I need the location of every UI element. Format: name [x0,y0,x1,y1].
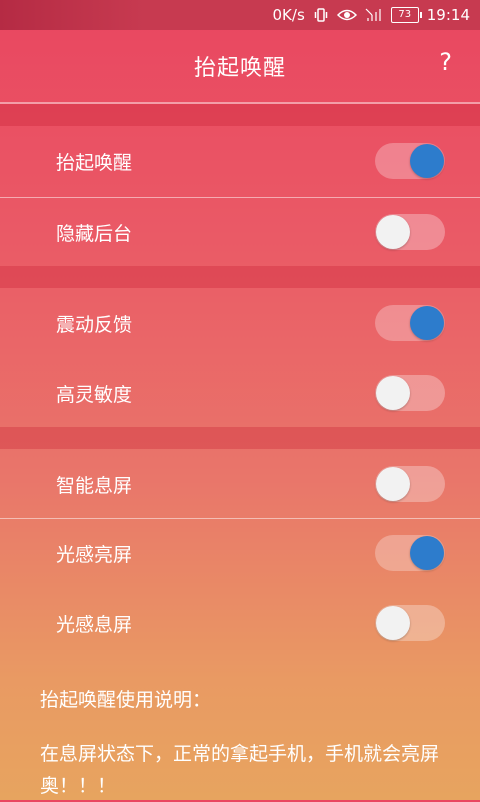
toggle-thumb [376,215,410,249]
smart-screen-off-toggle[interactable] [375,466,445,502]
vibration-feedback-toggle[interactable] [375,305,445,341]
setting-row-light-sensor-on[interactable]: 光感亮屏 [0,518,480,588]
setting-label: 光感亮屏 [56,543,133,566]
battery-icon: 73 [390,7,422,23]
toggle-thumb [376,467,410,501]
network-speed: 0K/s [272,6,305,24]
toggle-thumb [410,144,444,178]
group-separator [0,266,480,288]
setting-label: 智能息屏 [56,474,133,497]
battery-level: 73 [390,7,422,23]
setting-label: 抬起唤醒 [56,151,133,174]
page-title: 抬起唤醒 [193,56,286,81]
hide-background-toggle[interactable] [375,214,445,250]
light-sensor-on-toggle[interactable] [375,535,445,571]
setting-label: 高灵敏度 [56,383,133,406]
group-separator [0,427,480,449]
setting-row-vibration-feedback[interactable]: 震动反馈 [0,288,480,358]
group-separator [0,104,480,126]
help-button[interactable]: ? [439,48,452,76]
toggle-thumb [410,536,444,570]
raise-to-wake-toggle[interactable] [375,143,445,179]
setting-row-raise-to-wake[interactable]: 抬起唤醒 [0,126,480,196]
light-sensor-off-toggle[interactable] [375,605,445,641]
setting-label: 震动反馈 [56,313,133,336]
clock: 19:14 [426,6,470,24]
instructions-body: 在息屏状态下，正常的拿起手机，手机就会亮屏奥！！！ [40,743,440,797]
signal-icon [365,8,383,22]
instructions-title: 抬起唤醒使用说明： [40,689,212,711]
setting-row-smart-screen-off[interactable]: 智能息屏 [0,449,480,519]
toggle-thumb [376,606,410,640]
setting-label: 隐藏后台 [56,222,133,245]
toggle-thumb [376,376,410,410]
setting-row-hide-background[interactable]: 隐藏后台 [0,197,480,267]
setting-row-light-sensor-off[interactable]: 光感息屏 [0,588,480,658]
title-bar: 抬起唤醒 ? [0,30,480,102]
toggle-thumb [410,306,444,340]
usage-instructions: 抬起唤醒使用说明： 在息屏状态下，正常的拿起手机，手机就会亮屏奥！！！ [0,658,480,800]
vibrate-icon [313,7,329,23]
status-bar: 0K/s 73 19:14 [0,0,480,30]
eye-icon [336,8,357,22]
setting-label: 光感息屏 [56,613,133,636]
setting-row-high-sensitivity[interactable]: 高灵敏度 [0,358,480,428]
high-sensitivity-toggle[interactable] [375,375,445,411]
